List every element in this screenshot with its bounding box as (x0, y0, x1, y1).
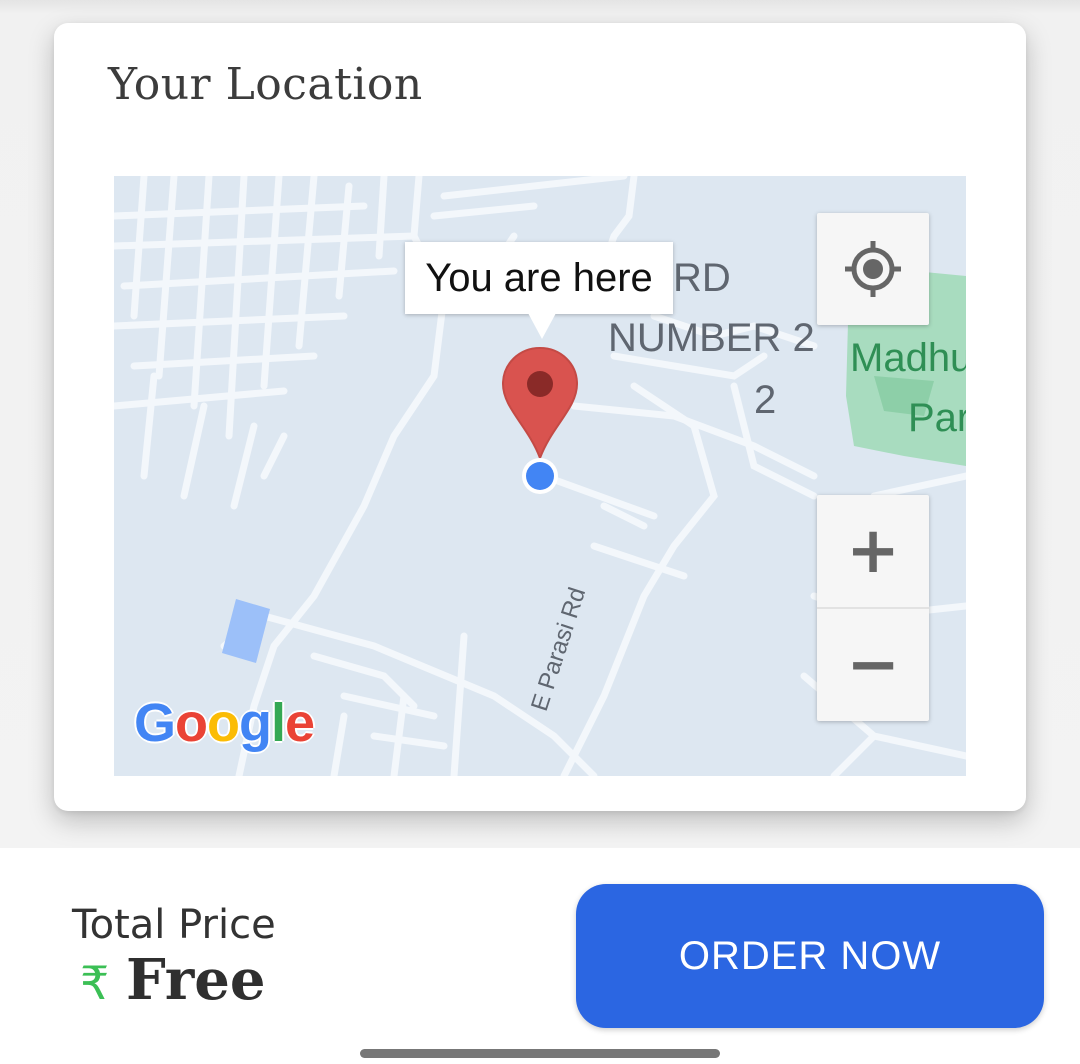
total-price-label: Total Price (72, 902, 276, 948)
order-now-label: ORDER NOW (678, 934, 942, 978)
info-window-text: You are here (425, 256, 653, 300)
google-logo-letter: o (207, 693, 240, 753)
minus-icon: − (846, 628, 900, 702)
zoom-control: + − (817, 495, 929, 721)
map-label-ward-line3: 2 (754, 378, 777, 422)
google-logo-letter: l (271, 693, 286, 753)
rupee-icon: ₹ (80, 956, 110, 1010)
map-view[interactable]: WARD NUMBER 2 2 Madhu Par E Parasi Rd Yo… (114, 176, 966, 776)
home-indicator[interactable] (360, 1049, 720, 1058)
my-location-button[interactable] (817, 213, 929, 325)
map-label-park-line2: Par (908, 396, 966, 440)
card-title: Your Location (108, 59, 423, 110)
order-now-button[interactable]: ORDER NOW (576, 884, 1044, 1028)
google-logo-letter: g (239, 693, 272, 753)
my-location-icon (845, 241, 901, 297)
plus-icon: + (846, 514, 900, 588)
google-logo-letter: o (175, 693, 208, 753)
map-label-ward-line2: NUMBER 2 (608, 316, 815, 360)
zoom-in-button[interactable]: + (817, 495, 929, 609)
marker-info-window[interactable]: You are here (405, 242, 673, 314)
checkout-bar: Total Price ₹ Free ORDER NOW (0, 848, 1080, 1064)
location-card: Your Location NUMBER 2 2 Madhu Par E Par… (54, 23, 1026, 811)
map-label-park-line1: Madhu (850, 336, 966, 380)
map-pin-icon[interactable] (500, 346, 580, 496)
info-window-pointer (528, 313, 556, 339)
google-logo: Google (134, 692, 315, 754)
google-logo-letter: e (285, 693, 315, 753)
price-value: Free (126, 947, 266, 1013)
google-logo-letter: G (134, 693, 176, 753)
zoom-out-button[interactable]: − (817, 609, 929, 721)
